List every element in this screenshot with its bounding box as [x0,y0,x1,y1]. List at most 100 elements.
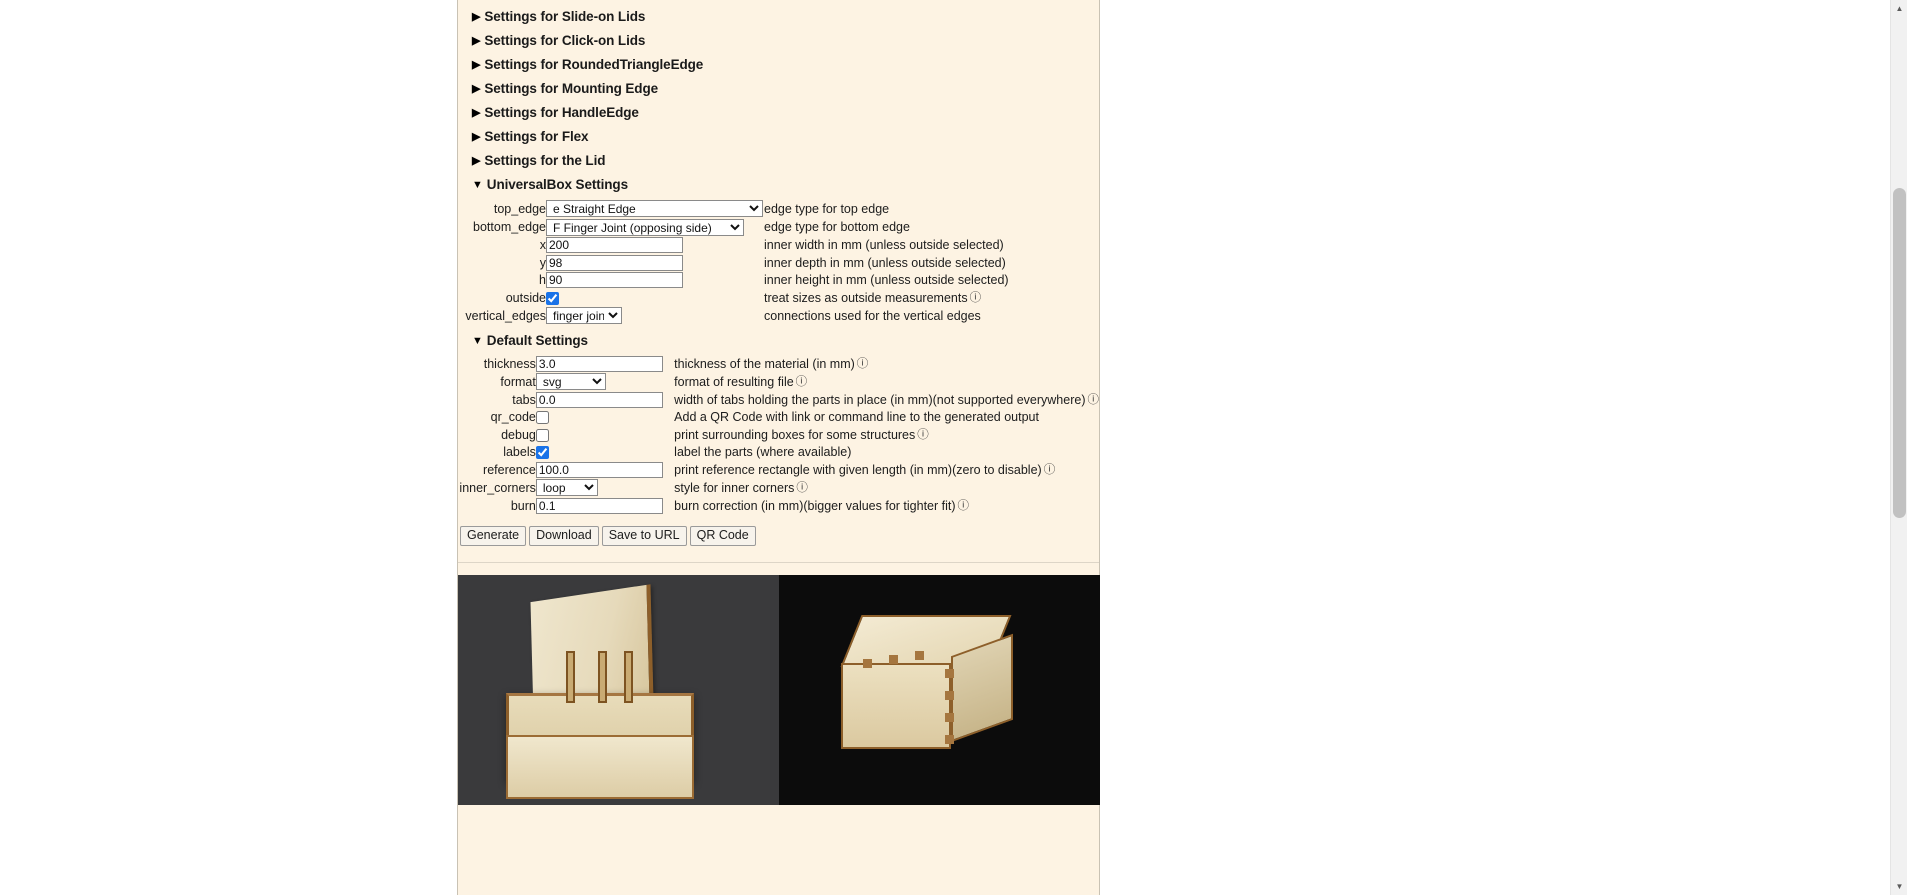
desc-text: treat sizes as outside measurements [764,290,968,305]
setting-row-h: h inner height in mm (unless outside sel… [458,272,1009,290]
info-icon[interactable]: ⓘ [958,500,970,512]
x-input[interactable] [546,237,683,253]
finger-joint [945,735,954,744]
setting-field: finger joints [546,307,764,326]
setting-row-debug: debug print surrounding boxes for some s… [458,427,1099,445]
finger-joint [889,655,898,664]
desc-text: burn correction (in mm)(bigger values fo… [674,498,956,513]
top-edge-select[interactable]: e Straight Edge [546,200,763,217]
desc-text: print surrounding boxes for some structu… [674,427,916,442]
example-photos [458,575,1101,805]
group-header-mounting-edge[interactable]: ▶ Settings for Mounting Edge [458,77,1099,101]
desc-text: width of tabs holding the parts in place… [674,392,1086,407]
setting-field [546,272,764,290]
action-buttons-row: Generate Download Save to URL QR Code [458,526,1099,546]
setting-description: edge type for bottom edge [764,220,910,234]
setting-label: thickness [483,356,536,371]
debug-checkbox[interactable] [535,428,549,442]
h-input[interactable] [546,272,683,288]
info-icon[interactable]: ⓘ [796,482,808,494]
scroll-down-arrow-icon[interactable]: ▼ [1891,878,1907,895]
qr-code-checkbox[interactable] [535,411,549,425]
group-header-slide-on-lids[interactable]: ▶ Settings for Slide-on Lids [458,5,1099,29]
group-header-default-settings[interactable]: ▼ Default Settings [458,329,1099,353]
desc-text: format of resulting file [674,374,794,389]
bottom-edge-select[interactable]: F Finger Joint (opposing side) [546,218,744,236]
group-label: Settings for Slide-on Lids [484,9,646,24]
info-icon[interactable]: ⓘ [1044,464,1056,476]
setting-description: edge type for top edge [764,201,890,216]
group-label: Settings for Mounting Edge [484,81,659,96]
group-header-universalbox-settings[interactable]: ▼ UniversalBox Settings [458,173,1099,197]
reference-input[interactable] [535,461,663,478]
scroll-up-arrow-icon[interactable]: ▲ [1891,0,1907,17]
setting-label: labels [503,445,536,459]
download-button[interactable]: Download [529,526,599,546]
thickness-input[interactable] [535,355,663,372]
box-front-face [841,663,951,749]
group-header-click-on-lids[interactable]: ▶ Settings for Click-on Lids [458,29,1099,53]
setting-row-top-edge: top_edge e Straight Edge edge type for t… [458,200,1009,219]
setting-label: outside [505,290,546,305]
setting-field: svg [535,373,674,392]
y-input[interactable] [546,254,683,271]
triangle-right-icon: ▶ [472,11,481,23]
setting-description: print reference rectangle with given len… [674,462,1099,480]
setting-field [535,427,674,445]
triangle-right-icon: ▶ [472,107,481,119]
triangle-right-icon: ▶ [472,155,481,167]
setting-description: thickness of the material (in mm) ⓘ [674,356,1099,374]
vertical-edges-select[interactable]: finger joints [546,307,622,324]
setting-row-bottom-edge: bottom_edge F Finger Joint (opposing sid… [458,218,1009,238]
finger-joint [863,659,872,668]
vertical-scrollbar[interactable]: ▲ ▼ [1890,0,1907,895]
setting-field [546,290,764,308]
setting-description: style for inner corners ⓘ [674,479,1099,498]
finger-joint [945,669,954,678]
setting-description: print surrounding boxes for some structu… [674,427,1099,445]
qr-code-button[interactable]: QR Code [689,526,756,546]
setting-field: loop [535,479,674,498]
info-icon[interactable]: ⓘ [857,358,869,370]
inner-corners-select[interactable]: loop [535,479,598,496]
burn-input[interactable] [535,497,663,514]
group-label: Settings for the Lid [484,153,606,168]
setting-row-vertical-edges: vertical_edges finger joints connections… [458,307,1009,326]
outside-checkbox[interactable] [546,291,559,305]
setting-label: format [500,374,536,389]
open-box-photo [458,575,779,805]
closed-box-shape [840,615,1017,749]
generate-button[interactable]: Generate [460,526,527,546]
setting-description: inner width in mm (unless outside select… [764,238,1004,252]
setting-row-qr-code: qr_code Add a QR Code with link or comma… [458,409,1099,427]
save-to-url-button[interactable]: Save to URL [601,526,687,546]
format-select[interactable]: svg [535,373,606,390]
setting-field: e Straight Edge [546,200,764,219]
setting-description: connections used for the vertical edges [764,308,981,323]
triangle-right-icon: ▶ [472,35,481,47]
setting-field: F Finger Joint (opposing side) [546,218,764,238]
section-divider [458,562,1099,563]
collapsed-groups-list: ▶ Settings for Slide-on Lids ▶ Settings fo… [458,0,1099,173]
info-icon[interactable]: ⓘ [970,292,982,304]
setting-row-inner-corners: inner_corners loop style for inner corne… [458,479,1099,498]
setting-row-outside: outside treat sizes as outside measureme… [458,290,1009,308]
group-header-roundedtriangleedge[interactable]: ▶ Settings for RoundedTriangleEdge [458,53,1099,77]
setting-field [535,497,674,516]
info-icon[interactable]: ⓘ [1088,394,1100,406]
triangle-down-icon: ▼ [472,179,483,191]
info-icon[interactable]: ⓘ [796,376,808,388]
tabs-input[interactable] [535,391,663,408]
scrollbar-thumb[interactable] [1893,188,1906,518]
group-header-handleedge[interactable]: ▶ Settings for HandleEdge [458,101,1099,125]
triangle-right-icon: ▶ [472,131,481,143]
info-icon[interactable]: ⓘ [917,429,929,441]
setting-label: bottom_edge [473,220,546,234]
labels-checkbox[interactable] [535,446,549,460]
setting-field [535,391,674,410]
group-header-flex[interactable]: ▶ Settings for Flex [458,125,1099,149]
group-label: Settings for Click-on Lids [484,33,646,48]
setting-label: qr_code [490,410,536,424]
group-header-the-lid[interactable]: ▶ Settings for the Lid [458,149,1099,173]
setting-description: burn correction (in mm)(bigger values fo… [674,498,1099,516]
